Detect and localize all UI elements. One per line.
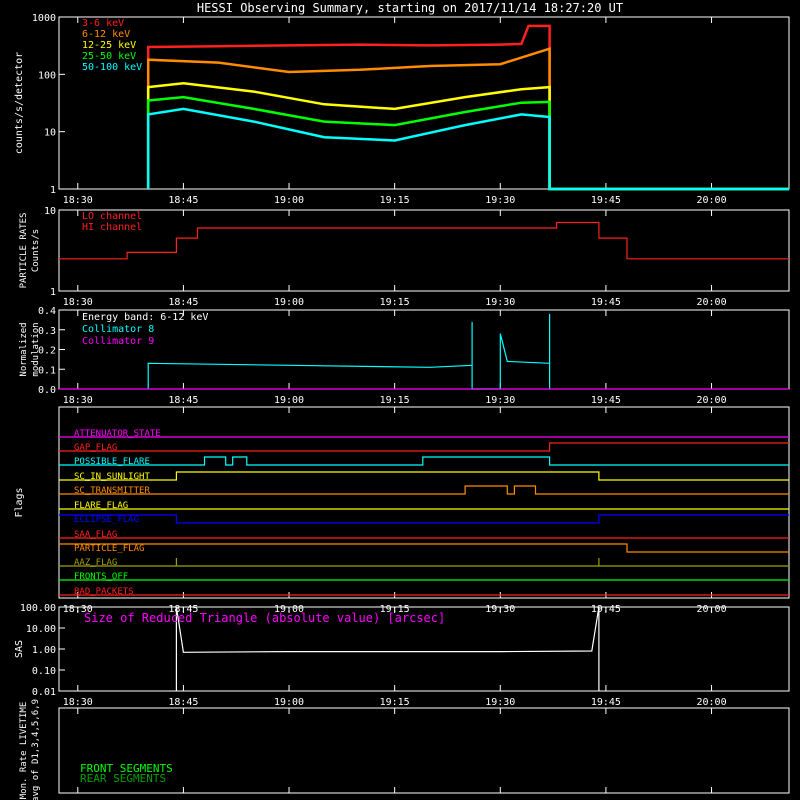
hessi-summary: HESSI Observing Summary, starting on 201… xyxy=(0,0,800,800)
flag-label-attenuator-state: ATTENUATOR_STATE xyxy=(74,429,161,439)
flag-label-flare-flag: FLARE_FLAG xyxy=(74,501,128,511)
flag-line-gap-flag xyxy=(59,442,789,452)
particle_rates-xtick-label: 19:30 xyxy=(485,297,515,308)
count_rates-ytick-label: 10 xyxy=(44,128,56,139)
flag-label-fronts-off: FRONTS_OFF xyxy=(74,572,128,582)
count_rates-xtick-label: 20:00 xyxy=(696,195,726,206)
particle_rates-ylabel: PARTICLE RATES xyxy=(19,213,29,289)
count_rates-series-25-50-kev xyxy=(146,95,789,191)
particle_rates-ylabel2: Counts/s xyxy=(31,229,41,272)
count_rates-ytick-label: 1000 xyxy=(32,13,56,24)
flags-ylabel: Flags xyxy=(14,487,25,517)
flag-label-gap-flag: GAP_FLAG xyxy=(74,443,117,453)
modulation-xtick-label: 18:30 xyxy=(63,395,93,406)
sas-xtick-label: 19:45 xyxy=(591,697,621,708)
flag-label-aaz-flag: AAZ_FLAG xyxy=(74,558,117,568)
sas-xtick-label: 19:15 xyxy=(380,697,410,708)
modulation-ytick-label: 0.4 xyxy=(38,306,56,317)
modulation-ytick-label: 0.2 xyxy=(38,346,56,357)
chart-title: HESSI Observing Summary, starting on 201… xyxy=(197,1,623,15)
sas-xtick-label: 19:00 xyxy=(274,697,304,708)
modulation-xtick-label: 19:15 xyxy=(380,395,410,406)
particle_rates-xtick-label: 18:30 xyxy=(63,297,93,308)
sas-ytick-label: 1.00 xyxy=(32,645,56,656)
legend-hi-channel: HI channel xyxy=(82,222,142,233)
particle_rates-xtick-label: 19:15 xyxy=(380,297,410,308)
legend-50-100-kev: 50-100 keV xyxy=(82,62,142,73)
count_rates-series-12-25-kev xyxy=(146,81,789,191)
count_rates-xtick-label: 18:30 xyxy=(63,195,93,206)
particle_rates-frame xyxy=(58,209,790,292)
modulation-xtick-label: 19:30 xyxy=(485,395,515,406)
flag-line-sc-in-sunlight xyxy=(59,471,789,481)
modulation-ytick-label: 0.0 xyxy=(38,385,56,396)
particle_rates-xtick-label: 19:00 xyxy=(274,297,304,308)
livetime-ylabel2: avg of D1,3,4,5,6,9 xyxy=(31,699,41,800)
hessi-chart-svg: HESSI Observing Summary, starting on 201… xyxy=(14,1,790,800)
count_rates-xtick-label: 19:45 xyxy=(591,195,621,206)
flag-label-saa-flag: SAA_FLAG xyxy=(74,530,117,540)
sas-xtick-label: 19:30 xyxy=(485,697,515,708)
particle_rates-xtick-label: 18:45 xyxy=(168,297,198,308)
flag-line-eclipse-flag xyxy=(59,514,789,524)
sas-xtick-label: 20:00 xyxy=(696,697,726,708)
livetime-frame xyxy=(58,707,790,794)
legend-12-25-kev: 12-25 keV xyxy=(82,40,136,51)
modulation-ylabel: Normalized xyxy=(19,322,29,376)
legend-25-50-kev: 25-50 keV xyxy=(82,51,136,62)
sas-xtick-label: 18:30 xyxy=(63,697,93,708)
flag-label-eclipse-flag: ECLIPSE_FLAG xyxy=(74,515,139,525)
modulation-xtick-label: 18:45 xyxy=(168,395,198,406)
sas-annotation: Size of Reduced Triangle (absolute value… xyxy=(84,611,445,625)
flag-label-bad-packets: BAD_PACKETS xyxy=(74,587,134,597)
flag-line-particle-flag xyxy=(59,543,789,553)
modulation-xtick-label: 20:00 xyxy=(696,395,726,406)
sas-ytick-label: 0.10 xyxy=(32,666,56,677)
flag-line-possible-flare xyxy=(59,456,789,466)
count_rates-xtick-label: 18:45 xyxy=(168,195,198,206)
flags-frame xyxy=(58,406,790,599)
sas-ylabel: SAS xyxy=(14,640,25,658)
flag-line-aaz-flag xyxy=(59,558,789,567)
sas-ytick-label: 0.01 xyxy=(32,687,56,698)
particle_rates-ytick-label: 10 xyxy=(44,206,56,217)
particle_rates-xtick-label: 19:45 xyxy=(591,297,621,308)
count_rates-series-50-100-kev xyxy=(146,107,789,191)
count_rates-ylabel: counts/s/detector xyxy=(14,52,25,154)
count_rates-ytick-label: 100 xyxy=(38,70,56,81)
particle_rates-xtick-label: 20:00 xyxy=(696,297,726,308)
modulation-xtick-label: 19:00 xyxy=(274,395,304,406)
sas-ytick-label: 100.00 xyxy=(20,603,56,614)
legend-collimator-9: Collimator 9 xyxy=(82,336,154,347)
modulation-ytick-label: 0.3 xyxy=(38,326,56,337)
legend-3-6-kev: 3-6 keV xyxy=(82,18,124,29)
sas-ytick-label: 10.00 xyxy=(26,624,56,635)
legend-rear-segments: REAR SEGMENTS xyxy=(80,772,166,785)
flag-label-particle-flag: PARTICLE_FLAG xyxy=(74,544,144,554)
legend-lo-channel: LO channel xyxy=(82,211,142,222)
count_rates-xtick-label: 19:15 xyxy=(380,195,410,206)
modulation-ytick-label: 0.1 xyxy=(38,365,56,376)
sas-xtick-label: 18:45 xyxy=(168,697,198,708)
flag-label-sc-in-sunlight: SC_IN_SUNLIGHT xyxy=(74,472,150,482)
count_rates-ytick-label: 1 xyxy=(50,185,56,196)
modulation-xtick-label: 19:45 xyxy=(591,395,621,406)
particle_rates-series-lo-channel xyxy=(59,221,789,260)
legend-collimator-8: Collimator 8 xyxy=(82,324,154,335)
flag-label-possible-flare: POSSIBLE_FLARE xyxy=(74,457,150,467)
livetime-ylabel: Mon. Rate LIVETIME xyxy=(19,702,29,800)
particle_rates-ytick-label: 1 xyxy=(50,287,56,298)
count_rates-xtick-label: 19:30 xyxy=(485,195,515,206)
flag-label-sc-transmitter: SC_TRANSMITTER xyxy=(74,486,150,496)
flag-line-sc-transmitter xyxy=(59,485,789,495)
count_rates-xtick-label: 19:00 xyxy=(274,195,304,206)
legend-6-12-kev: 6-12 keV xyxy=(82,29,130,40)
modulation-annotation: Energy band: 6-12 keV xyxy=(82,312,208,323)
modulation-series-collimator-8 xyxy=(147,313,551,390)
